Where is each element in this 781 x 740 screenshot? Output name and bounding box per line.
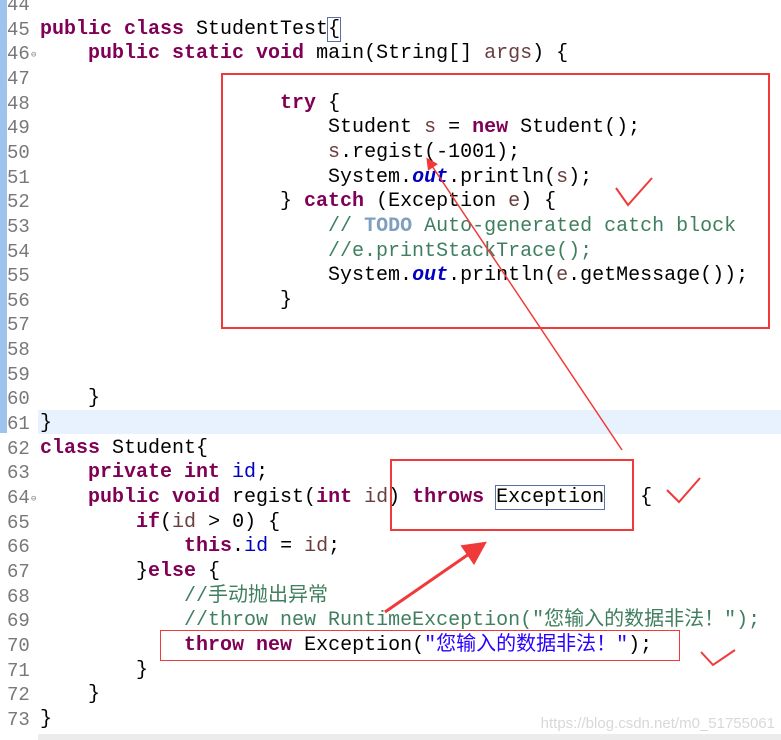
checkmark-icon	[615, 177, 653, 207]
arrow-to-throws	[384, 541, 487, 614]
watermark: https://blog.csdn.net/m0_51755061	[540, 715, 775, 732]
annotation-overlay	[384, 157, 736, 667]
checkmark-icon	[700, 649, 736, 667]
arrow-to-regist-call	[426, 157, 623, 451]
horizontal-scrollbar[interactable]	[38, 734, 781, 740]
checkmark-icon	[666, 477, 701, 504]
